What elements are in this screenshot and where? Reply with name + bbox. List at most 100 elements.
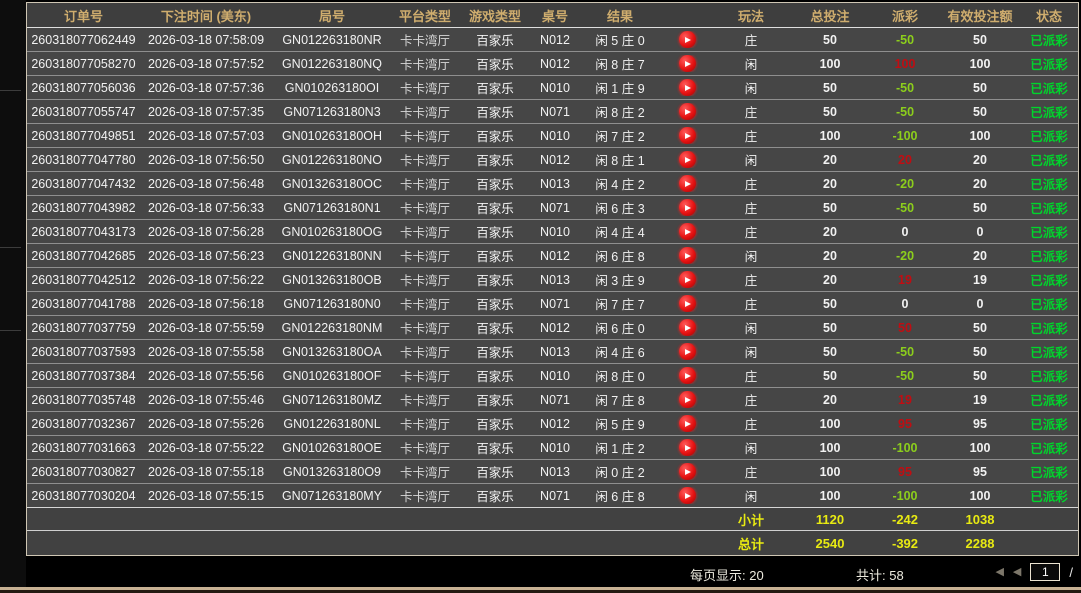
- replay-play-icon[interactable]: [679, 175, 696, 192]
- cell-table-no: N071: [532, 393, 578, 407]
- page-input[interactable]: [1030, 563, 1060, 581]
- cell-order-no: 260318077043173: [27, 225, 140, 239]
- cell-payout: 100: [870, 57, 940, 71]
- table-row[interactable]: 260318077037593 2026-03-18 07:55:58 GN01…: [27, 340, 1078, 364]
- table-row[interactable]: 260318077030827 2026-03-18 07:55:18 GN01…: [27, 460, 1078, 484]
- cell-platform: 卡卡湾厅: [392, 198, 458, 217]
- cell-payout: -20: [870, 249, 940, 263]
- replay-play-icon[interactable]: [679, 319, 696, 336]
- cell-game-type: 百家乐: [458, 126, 532, 145]
- table-row[interactable]: 260318077030204 2026-03-18 07:55:15 GN07…: [27, 484, 1078, 508]
- table-row[interactable]: 260318077037759 2026-03-18 07:55:59 GN01…: [27, 316, 1078, 340]
- cell-result: 闲 3 庄 9: [578, 270, 662, 289]
- replay-play-icon[interactable]: [679, 391, 696, 408]
- cell-platform: 卡卡湾厅: [392, 366, 458, 385]
- table-row[interactable]: 260318077043173 2026-03-18 07:56:28 GN01…: [27, 220, 1078, 244]
- replay-play-icon[interactable]: [679, 79, 696, 96]
- table-row[interactable]: 260318077042685 2026-03-18 07:56:23 GN01…: [27, 244, 1078, 268]
- cell-play: 庄: [712, 294, 790, 313]
- cell-order-no: 260318077043982: [27, 201, 140, 215]
- cell-valid-bet: 50: [940, 345, 1020, 359]
- replay-play-icon[interactable]: [679, 487, 696, 504]
- cell-game-type: 百家乐: [458, 78, 532, 97]
- cell-platform: 卡卡湾厅: [392, 486, 458, 505]
- cell-game-type: 百家乐: [458, 486, 532, 505]
- cell-status: 已派彩: [1020, 414, 1078, 433]
- replay-play-icon[interactable]: [679, 463, 696, 480]
- cell-game-type: 百家乐: [458, 294, 532, 313]
- cell-status: 已派彩: [1020, 486, 1078, 505]
- cell-game-type: 百家乐: [458, 438, 532, 457]
- replay-play-icon[interactable]: [679, 199, 696, 216]
- table-row[interactable]: 260318077056036 2026-03-18 07:57:36 GN01…: [27, 76, 1078, 100]
- replay-play-icon[interactable]: [679, 271, 696, 288]
- cell-total-bet: 100: [790, 489, 870, 503]
- replay-play-icon[interactable]: [679, 151, 696, 168]
- first-page-icon[interactable]: ◀: [995, 567, 1003, 578]
- play-triangle-icon: [685, 85, 691, 91]
- table-row[interactable]: 260318077037384 2026-03-18 07:55:56 GN01…: [27, 364, 1078, 388]
- cell-valid-bet: 50: [940, 201, 1020, 215]
- cell-game-type: 百家乐: [458, 462, 532, 481]
- cell-result: 闲 0 庄 2: [578, 462, 662, 481]
- replay-play-icon[interactable]: [679, 295, 696, 312]
- play-triangle-icon: [685, 37, 691, 43]
- table-row[interactable]: 260318077055747 2026-03-18 07:57:35 GN07…: [27, 100, 1078, 124]
- table-row[interactable]: 260318077062449 2026-03-18 07:58:09 GN01…: [27, 28, 1078, 52]
- cell-payout: 95: [870, 465, 940, 479]
- replay-play-icon[interactable]: [679, 55, 696, 72]
- cell-round-no: GN012263180NM: [272, 321, 392, 335]
- cell-result: 闲 6 庄 0: [578, 318, 662, 337]
- cell-total-bet: 100: [790, 129, 870, 143]
- cell-platform: 卡卡湾厅: [392, 222, 458, 241]
- cell-play: 庄: [712, 174, 790, 193]
- cell-valid-bet: 50: [940, 321, 1020, 335]
- cell-round-no: GN071263180N3: [272, 105, 392, 119]
- replay-play-icon[interactable]: [679, 367, 696, 384]
- cell-game-type: 百家乐: [458, 30, 532, 49]
- table-row[interactable]: 260318077031663 2026-03-18 07:55:22 GN01…: [27, 436, 1078, 460]
- table-row[interactable]: 260318077035748 2026-03-18 07:55:46 GN07…: [27, 388, 1078, 412]
- cell-round-no: GN013263180O9: [272, 465, 392, 479]
- replay-play-icon[interactable]: [679, 343, 696, 360]
- grand-total-row: 总计 2540 -392 2288: [27, 531, 1078, 555]
- col-header-round-no: 局号: [272, 6, 392, 25]
- page-separator: /: [1069, 565, 1073, 580]
- cell-payout: -50: [870, 345, 940, 359]
- cell-total-bet: 20: [790, 153, 870, 167]
- cell-table-no: N013: [532, 345, 578, 359]
- table-row[interactable]: 260318077049851 2026-03-18 07:57:03 GN01…: [27, 124, 1078, 148]
- table-row[interactable]: 260318077058270 2026-03-18 07:57:52 GN01…: [27, 52, 1078, 76]
- replay-play-icon[interactable]: [679, 103, 696, 120]
- table-row[interactable]: 260318077047780 2026-03-18 07:56:50 GN01…: [27, 148, 1078, 172]
- cell-valid-bet: 100: [940, 441, 1020, 455]
- table-row[interactable]: 260318077041788 2026-03-18 07:56:18 GN07…: [27, 292, 1078, 316]
- table-row[interactable]: 260318077042512 2026-03-18 07:56:22 GN01…: [27, 268, 1078, 292]
- replay-play-icon[interactable]: [679, 31, 696, 48]
- cell-valid-bet: 20: [940, 177, 1020, 191]
- cell-valid-bet: 19: [940, 393, 1020, 407]
- table-row[interactable]: 260318077032367 2026-03-18 07:55:26 GN01…: [27, 412, 1078, 436]
- bet-records-table: 订单号 下注时间 (美东) 局号 平台类型 游戏类型 桌号 结果 玩法 总投注 …: [26, 2, 1079, 556]
- cell-payout: -50: [870, 33, 940, 47]
- replay-play-icon[interactable]: [679, 223, 696, 240]
- cell-status: 已派彩: [1020, 462, 1078, 481]
- cell-status: 已派彩: [1020, 222, 1078, 241]
- table-row[interactable]: 260318077047432 2026-03-18 07:56:48 GN01…: [27, 172, 1078, 196]
- cell-play: 闲: [712, 342, 790, 361]
- replay-play-icon[interactable]: [679, 247, 696, 264]
- cell-result: 闲 4 庄 4: [578, 222, 662, 241]
- cell-platform: 卡卡湾厅: [392, 438, 458, 457]
- play-triangle-icon: [685, 109, 691, 115]
- replay-play-icon[interactable]: [679, 415, 696, 432]
- cell-platform: 卡卡湾厅: [392, 126, 458, 145]
- cell-table-no: N012: [532, 57, 578, 71]
- cell-status: 已派彩: [1020, 174, 1078, 193]
- grand-total-payout: -392: [870, 536, 940, 551]
- replay-play-icon[interactable]: [679, 127, 696, 144]
- replay-play-icon[interactable]: [679, 439, 696, 456]
- col-header-play: 玩法: [712, 6, 790, 25]
- cell-bet-time: 2026-03-18 07:56:33: [140, 201, 272, 215]
- table-row[interactable]: 260318077043982 2026-03-18 07:56:33 GN07…: [27, 196, 1078, 220]
- prev-page-icon[interactable]: ◀: [1013, 567, 1021, 578]
